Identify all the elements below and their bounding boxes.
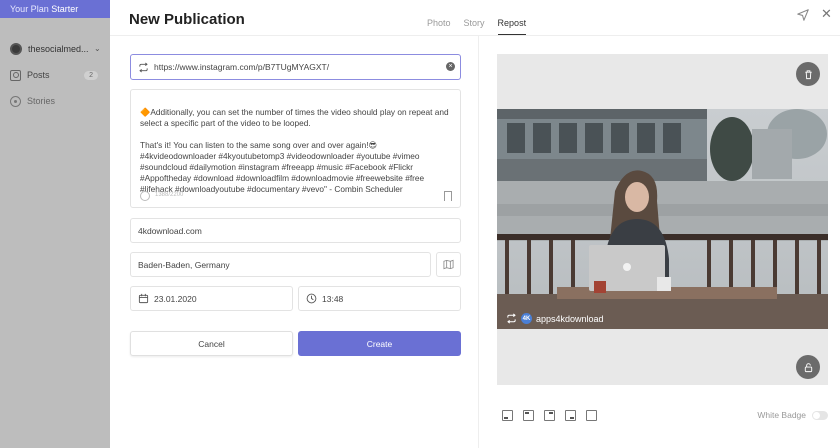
delete-button[interactable] bbox=[796, 62, 820, 86]
account-name: thesocialmed... bbox=[28, 43, 89, 54]
site-input[interactable]: 4kdownload.com bbox=[130, 218, 461, 243]
time-value: 13:48 bbox=[322, 293, 344, 304]
white-badge-label: White Badge bbox=[757, 410, 806, 420]
chevron-down-icon: ⌄ bbox=[94, 44, 101, 53]
map-icon bbox=[443, 259, 454, 270]
position-bottom-left-button[interactable] bbox=[502, 409, 513, 421]
avatar bbox=[10, 42, 22, 55]
sidebar-item-posts[interactable]: Posts 2 bbox=[0, 64, 110, 86]
caption-textarea[interactable]: 🔶Additionally, you can set the number of… bbox=[130, 89, 461, 208]
location-input[interactable]: Baden-Baden, Germany bbox=[130, 252, 431, 277]
bookmark-icon[interactable] bbox=[444, 191, 452, 201]
tab-photo[interactable]: Photo bbox=[427, 18, 451, 35]
cancel-button[interactable]: Cancel bbox=[130, 331, 293, 356]
media-preview: 4K apps4kdownload bbox=[497, 54, 828, 385]
repost-icon bbox=[139, 62, 148, 72]
page-title: New Publication bbox=[129, 11, 245, 28]
date-input[interactable]: 23.01.2020 bbox=[130, 286, 293, 311]
attribution-username: apps4kdownload bbox=[536, 313, 604, 324]
date-value: 23.01.2020 bbox=[154, 293, 197, 304]
sidebar-item-label: Posts bbox=[27, 70, 50, 80]
position-top-right-button[interactable] bbox=[544, 409, 555, 421]
lock-icon bbox=[804, 362, 812, 372]
column-divider bbox=[478, 36, 479, 448]
plan-bar[interactable]: Your Plan Starter bbox=[0, 0, 110, 18]
header-divider bbox=[110, 35, 840, 36]
lock-button[interactable] bbox=[796, 355, 820, 379]
close-icon[interactable]: ✕ bbox=[821, 7, 833, 20]
position-top-left-button[interactable] bbox=[523, 409, 534, 421]
char-count: 1388/2200 bbox=[155, 192, 184, 198]
clear-icon[interactable]: × bbox=[446, 62, 455, 71]
publication-tabs: Photo Story Repost bbox=[427, 18, 539, 35]
url-input[interactable]: https://www.instagram.com/p/B7TUgMYAGXT/… bbox=[130, 54, 461, 80]
caption-paragraph: 🔶Additionally, you can set the number of… bbox=[140, 107, 449, 128]
plan-label: Your Plan bbox=[10, 4, 49, 14]
position-bottom-right-button[interactable] bbox=[565, 409, 576, 421]
repost-attribution: 4K apps4kdownload bbox=[506, 313, 604, 324]
badge-position-bar: White Badge bbox=[497, 407, 828, 423]
preview-image: 4K apps4kdownload bbox=[497, 109, 828, 329]
account-logo-icon: 4K bbox=[521, 313, 532, 324]
sidebar: Your Plan Starter thesocialmed... ⌄ Post… bbox=[0, 0, 110, 448]
white-badge-toggle[interactable] bbox=[812, 410, 828, 420]
sidebar-item-stories[interactable]: Stories bbox=[0, 90, 110, 112]
create-button[interactable]: Create bbox=[298, 331, 461, 356]
emoji-icon[interactable] bbox=[140, 190, 150, 201]
site-value: 4kdownload.com bbox=[138, 225, 202, 236]
camera-icon bbox=[10, 69, 21, 81]
time-input[interactable]: 13:48 bbox=[298, 286, 461, 311]
calendar-icon bbox=[138, 293, 149, 304]
caption-footer: 1388/2200 bbox=[140, 190, 183, 201]
location-value: Baden-Baden, Germany bbox=[138, 259, 230, 270]
posts-count-badge: 2 bbox=[84, 70, 98, 80]
sidebar-item-label: Stories bbox=[27, 96, 56, 106]
position-none-button[interactable] bbox=[586, 409, 597, 421]
tab-story[interactable]: Story bbox=[464, 18, 485, 35]
clock-icon bbox=[306, 293, 317, 304]
cafe-photo bbox=[497, 109, 828, 329]
url-value: https://www.instagram.com/p/B7TUgMYAGXT/ bbox=[154, 62, 330, 72]
tab-repost[interactable]: Repost bbox=[497, 18, 527, 35]
map-button[interactable] bbox=[436, 252, 461, 277]
send-icon[interactable] bbox=[796, 8, 810, 22]
stories-icon bbox=[10, 95, 21, 107]
account-switcher[interactable]: thesocialmed... ⌄ bbox=[0, 18, 110, 60]
caption-paragraph: That's it! You can listen to the same so… bbox=[140, 140, 425, 194]
plan-name: Starter bbox=[51, 4, 79, 14]
trash-icon bbox=[804, 69, 812, 79]
repost-icon bbox=[507, 313, 516, 324]
